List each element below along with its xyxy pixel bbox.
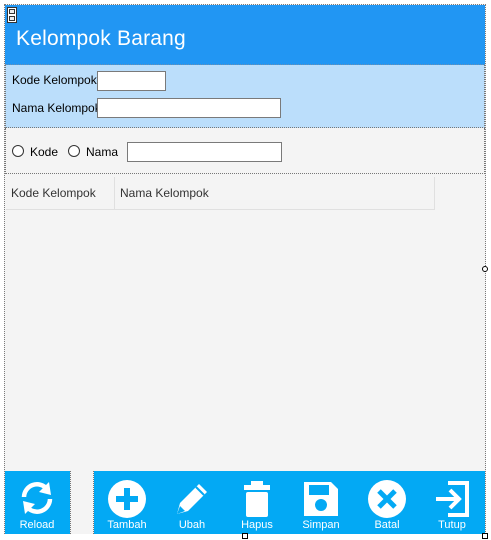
hapus-label: Hapus bbox=[241, 519, 273, 531]
hapus-button[interactable]: Hapus bbox=[225, 471, 289, 534]
tambah-label: Tambah bbox=[107, 519, 147, 531]
resize-handle-right[interactable] bbox=[482, 266, 488, 272]
tambah-button[interactable]: Tambah bbox=[95, 471, 159, 534]
ubah-label: Ubah bbox=[178, 519, 206, 531]
save-icon bbox=[304, 482, 338, 516]
trash-icon bbox=[244, 481, 270, 517]
tutup-label: Tutup bbox=[438, 519, 466, 531]
reload-label: Reload bbox=[19, 519, 55, 531]
toolbar-separator-panel bbox=[70, 471, 94, 534]
nama-kelompok-label: Nama Kelompok bbox=[12, 101, 101, 115]
search-panel: Kode Nama bbox=[5, 128, 485, 174]
page-title: Kelompok Barang bbox=[16, 27, 186, 50]
plus-circle-icon bbox=[108, 480, 146, 518]
reload-icon bbox=[21, 482, 53, 514]
batal-button[interactable]: Batal bbox=[355, 471, 419, 534]
search-input[interactable] bbox=[127, 142, 282, 162]
reload-button[interactable]: Reload bbox=[5, 471, 69, 534]
kode-kelompok-label: Kode Kelompok bbox=[12, 73, 97, 87]
pencil-icon bbox=[177, 484, 207, 514]
header-panel: Kelompok Barang bbox=[5, 5, 485, 65]
nama-radio-label: Nama bbox=[86, 145, 119, 159]
data-grid-header: Kode Kelompok Nama Kelompok bbox=[6, 177, 435, 210]
entry-panel: Kode Kelompok Nama Kelompok bbox=[5, 65, 485, 128]
kode-radio-button[interactable] bbox=[12, 145, 24, 157]
batal-label: Batal bbox=[374, 519, 400, 531]
tutup-button[interactable]: Tutup bbox=[420, 471, 484, 534]
simpan-button[interactable]: Simpan bbox=[289, 471, 353, 534]
cancel-circle-icon bbox=[368, 480, 406, 518]
column-header-kode[interactable]: Kode Kelompok bbox=[6, 177, 114, 209]
ubah-button[interactable]: Ubah bbox=[160, 471, 224, 534]
nama-radio-button[interactable] bbox=[68, 145, 80, 157]
kode-kelompok-input[interactable] bbox=[97, 71, 166, 91]
column-header-nama[interactable]: Nama Kelompok bbox=[115, 177, 415, 209]
resize-handle-bottom[interactable] bbox=[242, 533, 248, 539]
kode-radio-label: Kode bbox=[30, 145, 59, 159]
resize-handle-corner[interactable] bbox=[482, 533, 488, 539]
nama-kelompok-input[interactable] bbox=[97, 98, 281, 118]
simpan-label: Simpan bbox=[302, 519, 340, 531]
exit-icon bbox=[436, 481, 469, 517]
designer-anchor-icon[interactable] bbox=[7, 7, 17, 23]
